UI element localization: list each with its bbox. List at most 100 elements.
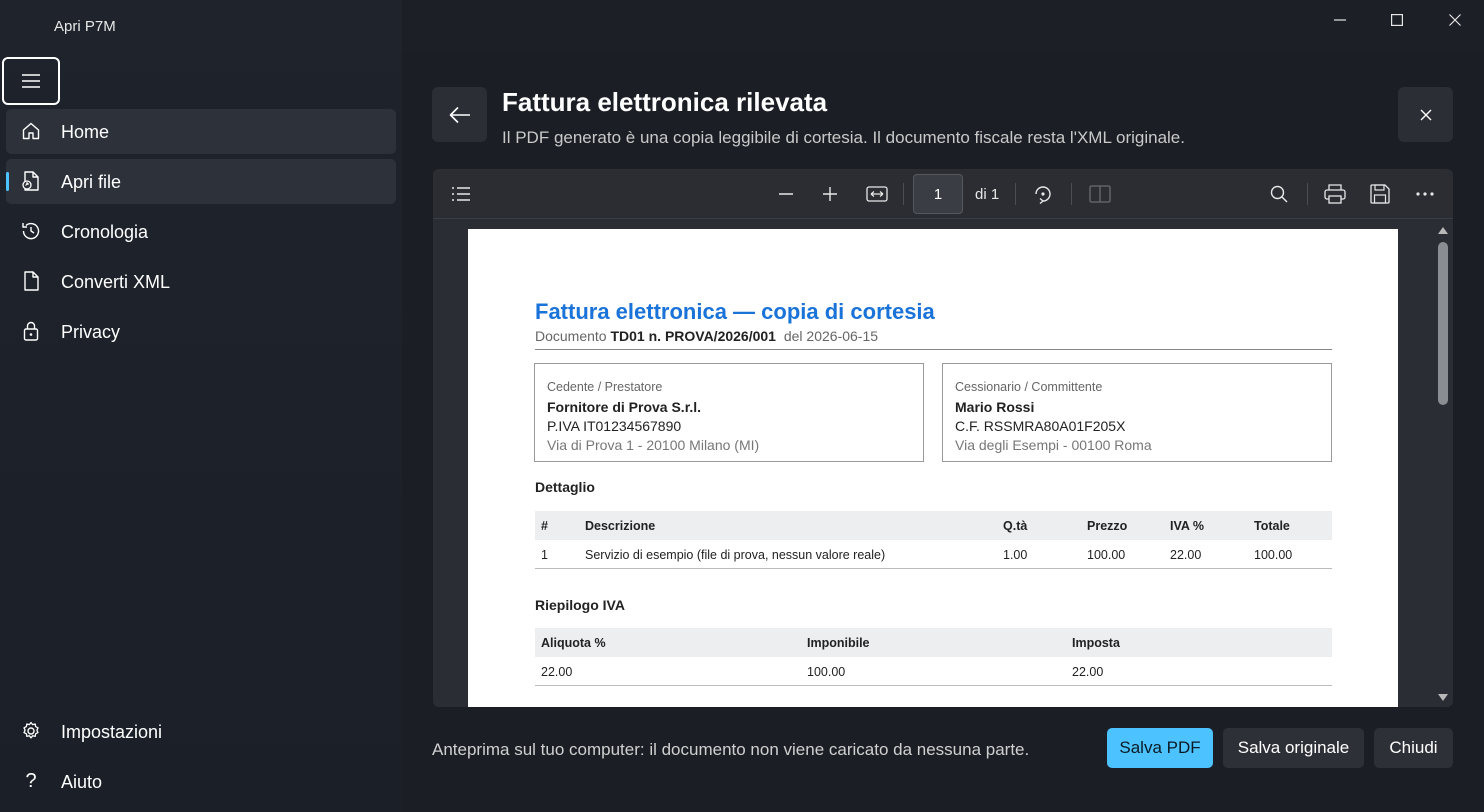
minimize-button[interactable]: [1311, 0, 1369, 40]
cedente-label: Cedente / Prestatore: [547, 380, 663, 394]
minimize-icon: [1334, 19, 1346, 21]
cedente-vat: P.IVA IT01234567890: [547, 418, 682, 434]
fit-width-icon: [866, 186, 888, 202]
history-icon: [20, 220, 42, 242]
document-icon: [20, 270, 42, 292]
detail-heading: Dettaglio: [535, 479, 595, 495]
scroll-down-button[interactable]: [1437, 692, 1449, 702]
table-cell: 1.00: [1003, 548, 1028, 562]
table-cell: 100.00: [1254, 548, 1293, 562]
sidebar-item-privacy[interactable]: Privacy: [6, 309, 396, 354]
cessionario-address: Via degli Esempi - 00100 Roma: [955, 437, 1152, 453]
sidebar-item-label: Apri file: [61, 172, 122, 192]
sidebar-item-open-file[interactable]: Apri file: [6, 159, 396, 204]
save-pdf-button[interactable]: Salva PDF: [1107, 728, 1213, 768]
list-icon: [452, 187, 470, 201]
menu-toggle-button[interactable]: [2, 57, 60, 105]
document-number: TD01 n. PROVA/2026/001: [610, 328, 776, 344]
home-icon: [20, 120, 42, 142]
close-panel-button[interactable]: [1398, 87, 1453, 142]
zoom-out-button[interactable]: [771, 180, 801, 208]
sidebar-item-label: Privacy: [61, 322, 121, 342]
printer-icon: [1324, 184, 1346, 204]
save-button[interactable]: [1365, 180, 1395, 208]
table-cell: 1: [541, 548, 548, 562]
toolbar-separator: [903, 183, 904, 205]
detail-table: # Descrizione Q.tà Prezzo IVA % Totale 1…: [535, 511, 1332, 569]
save-original-button[interactable]: Salva originale: [1223, 728, 1364, 768]
sidebar-item-convert-xml[interactable]: Converti XML: [6, 259, 396, 304]
cedente-name: Fornitore di Prova S.r.l.: [547, 399, 702, 415]
divider: [535, 349, 1332, 350]
page-subtitle: Il PDF generato è una copia leggibile di…: [502, 128, 1185, 147]
cessionario-tax-code: C.F. RSSMRA80A01F205X: [955, 418, 1126, 434]
search-icon: [1270, 185, 1288, 203]
app-title: Apri P7M: [54, 18, 116, 35]
table-header: Aliquota % Imponibile Imposta: [535, 628, 1332, 657]
cessionario-box: Cessionario / Committente Mario Rossi C.…: [942, 363, 1332, 462]
table-cell: Servizio di esempio (file di prova, ness…: [585, 548, 886, 562]
column-header: Descrizione: [585, 519, 656, 533]
table-header: # Descrizione Q.tà Prezzo IVA % Totale: [535, 511, 1332, 540]
rotate-button[interactable]: [1028, 180, 1058, 208]
page-title: Fattura elettronica rilevata: [502, 87, 828, 117]
close-icon: [1420, 109, 1431, 120]
title-bar: Apri P7M: [0, 0, 1484, 52]
sidebar-item-label: Home: [61, 122, 110, 142]
scrollbar-thumb[interactable]: [1438, 242, 1448, 405]
sidebar-item-history[interactable]: Cronologia: [6, 209, 396, 254]
sidebar: Home Apri file Cronologia Converti XML P…: [0, 0, 402, 812]
table-row: 1 Servizio di esempio (file di prova, ne…: [535, 540, 1332, 569]
column-header: #: [541, 519, 548, 533]
meta-prefix: Documento: [535, 328, 607, 344]
close-button[interactable]: Chiudi: [1374, 728, 1453, 768]
back-button[interactable]: [432, 87, 487, 142]
zoom-in-button[interactable]: [815, 180, 845, 208]
cessionario-label: Cessionario / Committente: [955, 380, 1103, 394]
sidebar-item-help[interactable]: ? Aiuto: [6, 759, 396, 804]
document-date: del 2026-06-15: [783, 328, 879, 344]
rotate-icon: [1035, 186, 1051, 205]
column-header: Totale: [1254, 519, 1290, 533]
search-button[interactable]: [1264, 180, 1294, 208]
arrow-left-icon: [449, 106, 470, 123]
maximize-button[interactable]: [1368, 0, 1426, 40]
save-icon: [1370, 184, 1390, 204]
window-close-button[interactable]: [1426, 0, 1484, 40]
page-count: di 1: [975, 186, 1000, 203]
help-icon: ?: [25, 769, 37, 792]
column-header: Q.tà: [1003, 519, 1028, 533]
sidebar-item-home[interactable]: Home: [6, 109, 396, 154]
plus-icon: [823, 187, 837, 201]
document-scroll-area[interactable]: Fattura elettronica — copia di cortesia …: [433, 219, 1453, 707]
hamburger-icon: [22, 74, 40, 88]
table-cell: 100.00: [807, 665, 846, 679]
column-header: Imposta: [1072, 636, 1120, 650]
cessionario-name: Mario Rossi: [955, 399, 1035, 415]
cedente-address: Via di Prova 1 - 20100 Milano (MI): [547, 437, 760, 453]
sidebar-item-label: Impostazioni: [61, 722, 163, 742]
more-icon: [1416, 192, 1434, 196]
page-number-input[interactable]: 1: [913, 174, 963, 214]
toolbar-separator: [1307, 183, 1308, 205]
selection-indicator: [6, 172, 9, 191]
print-button[interactable]: [1320, 180, 1350, 208]
sidebar-item-label: Aiuto: [61, 772, 103, 792]
two-page-button[interactable]: [1085, 180, 1115, 208]
contents-button[interactable]: [446, 180, 476, 208]
pdf-toolbar: 1 di 1: [433, 169, 1453, 219]
column-header: Aliquota %: [541, 636, 606, 650]
sidebar-item-settings[interactable]: Impostazioni: [6, 709, 396, 754]
gear-icon: [20, 720, 42, 742]
scroll-up-button[interactable]: [1437, 225, 1449, 235]
more-options-button[interactable]: [1410, 180, 1440, 208]
caret-up-icon: [1438, 226, 1448, 234]
fit-width-button[interactable]: [862, 180, 892, 208]
lock-icon: [20, 320, 42, 342]
toolbar-separator: [1015, 183, 1016, 205]
caret-down-icon: [1438, 693, 1448, 701]
document-meta: Documento TD01 n. PROVA/2026/001 del 202…: [535, 328, 878, 344]
vat-summary-table: Aliquota % Imponibile Imposta 22.00 100.…: [535, 628, 1332, 686]
minus-icon: [779, 193, 793, 195]
table-row: 22.00 100.00 22.00: [535, 657, 1332, 686]
